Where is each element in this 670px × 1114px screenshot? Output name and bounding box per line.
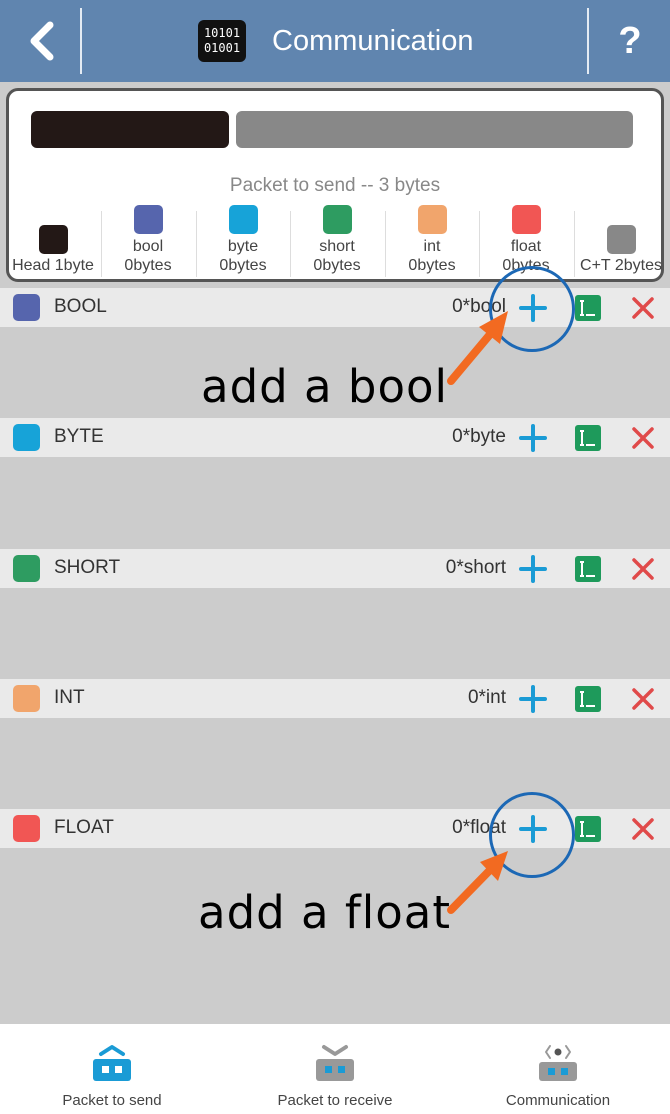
header-divider: [80, 8, 82, 74]
bottom-navigation: Packet to send Packet to receive Communi…: [0, 1024, 670, 1114]
legend-swatch: [512, 205, 541, 234]
section-swatch: [13, 555, 40, 582]
delete-byte-button[interactable]: [630, 425, 656, 451]
nav-communication[interactable]: Communication: [446, 1024, 670, 1114]
page-title: Communication: [272, 25, 474, 57]
nav-label: Packet to send: [62, 1092, 162, 1109]
section-int-header: INT 0*int: [0, 679, 670, 718]
packet-receive-icon: [316, 1045, 354, 1081]
section-swatch: [13, 294, 40, 321]
section-label: FLOAT: [54, 817, 114, 838]
packet-caption: Packet to send -- 3 bytes: [229, 175, 441, 196]
legend-item-ct: C+T 2bytes: [574, 203, 668, 279]
nav-packet-to-send[interactable]: Packet to send: [0, 1024, 224, 1114]
legend-label: short: [319, 238, 355, 255]
terminal-icon: [580, 691, 595, 707]
add-short-button[interactable]: [518, 554, 548, 584]
binary-logo-icon: 10101 01001: [198, 20, 246, 62]
header-divider: [587, 8, 589, 74]
legend-item-int: int 0bytes: [385, 203, 479, 279]
legend-size: 0bytes: [124, 257, 172, 274]
legend-swatch: [323, 205, 352, 234]
legend-swatch: [607, 225, 636, 254]
legend-swatch: [229, 205, 258, 234]
logo-line-2: 01001: [203, 41, 241, 55]
legend-item-head: Head 1byte: [6, 203, 100, 279]
add-int-button[interactable]: [518, 684, 548, 714]
packet-bar-checksum-tail: [236, 111, 633, 148]
legend-swatch: [418, 205, 447, 234]
nav-packet-to-receive[interactable]: Packet to receive: [223, 1024, 447, 1114]
legend-size: 0bytes: [313, 257, 361, 274]
legend-label: int: [423, 238, 441, 255]
edit-bool-button[interactable]: [575, 295, 601, 321]
section-byte-header: BYTE 0*byte: [0, 418, 670, 457]
legend-size: 0bytes: [219, 257, 267, 274]
logo-line-1: 10101: [203, 26, 241, 40]
chevron-left-icon: [30, 21, 54, 61]
back-button[interactable]: [0, 0, 82, 82]
edit-short-button[interactable]: [575, 556, 601, 582]
section-count: 0*short: [445, 557, 506, 578]
section-label: BOOL: [54, 296, 107, 317]
packet-bar-head: [31, 111, 229, 148]
section-count: 0*byte: [452, 426, 506, 447]
terminal-icon: [580, 430, 595, 446]
terminal-icon: [580, 300, 595, 316]
legend-label: byte: [227, 238, 259, 255]
annotation-circle-bool: [489, 266, 575, 352]
legend-swatch: [39, 225, 68, 254]
edit-int-button[interactable]: [575, 686, 601, 712]
edit-byte-button[interactable]: [575, 425, 601, 451]
packet-preview-panel: Packet to send -- 3 bytes Head 1byte boo…: [6, 88, 664, 282]
section-count: 0*int: [467, 687, 506, 708]
header-bar: 10101 01001 Communication ?: [0, 0, 670, 82]
communication-icon: [539, 1045, 577, 1081]
section-label: INT: [54, 687, 85, 708]
delete-short-button[interactable]: [630, 556, 656, 582]
delete-float-button[interactable]: [630, 816, 656, 842]
section-short-header: SHORT 0*short: [0, 549, 670, 588]
add-byte-button[interactable]: [518, 423, 548, 453]
packet-send-icon: [93, 1045, 131, 1081]
legend-swatch: [134, 205, 163, 234]
legend-item-byte: byte 0bytes: [196, 203, 290, 279]
section-label: SHORT: [54, 557, 121, 578]
section-swatch: [13, 685, 40, 712]
terminal-icon: [580, 561, 595, 577]
annotation-add-float: add a float: [198, 886, 451, 939]
nav-label: Communication: [505, 1092, 611, 1109]
edit-float-button[interactable]: [575, 816, 601, 842]
legend-label: bool: [132, 238, 164, 255]
delete-int-button[interactable]: [630, 686, 656, 712]
legend-item-short: short 0bytes: [290, 203, 384, 279]
section-label: BYTE: [54, 426, 104, 447]
legend-label: float: [510, 238, 542, 255]
packet-legend: Head 1byte bool 0bytes byte 0bytes short…: [6, 203, 662, 279]
help-button[interactable]: ?: [590, 0, 670, 82]
section-swatch: [13, 424, 40, 451]
nav-label: Packet to receive: [277, 1092, 393, 1109]
legend-item-bool: bool 0bytes: [101, 203, 195, 279]
delete-bool-button[interactable]: [630, 295, 656, 321]
annotation-add-bool: add a bool: [201, 360, 449, 413]
legend-size: 0bytes: [408, 257, 456, 274]
legend-label: Head 1byte: [12, 257, 94, 274]
legend-label: C+T 2bytes: [580, 257, 662, 274]
terminal-icon: [580, 821, 595, 837]
annotation-circle-float: [489, 792, 575, 878]
section-swatch: [13, 815, 40, 842]
